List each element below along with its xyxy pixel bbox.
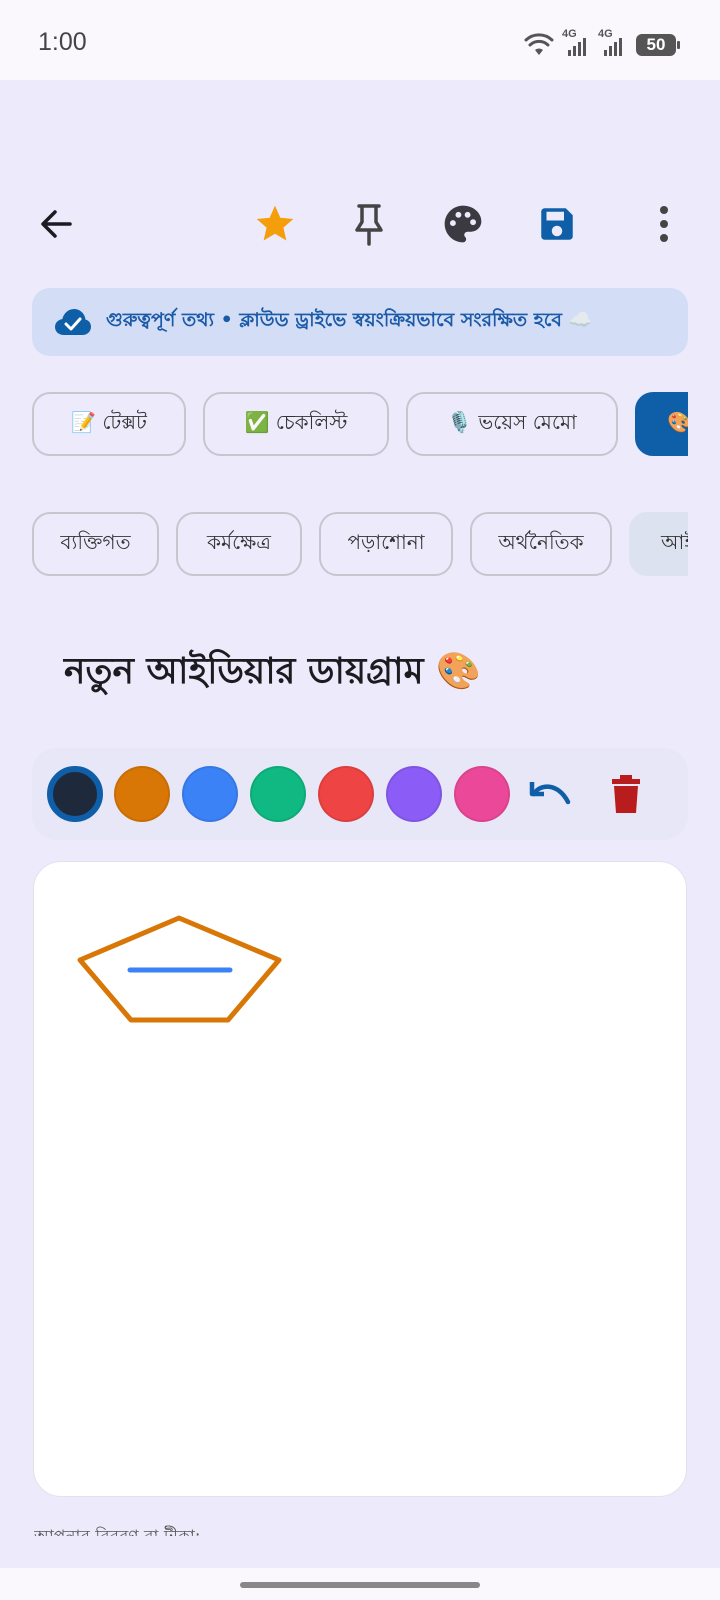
save-icon <box>541 208 573 240</box>
favorite-button[interactable] <box>247 196 303 252</box>
category-work[interactable]: কর্মক্ষেত্র <box>176 512 302 576</box>
drawing-canvas[interactable] <box>33 861 687 1497</box>
save-button[interactable] <box>529 196 585 252</box>
description-label: আপনার বিবরণ বা টীকা: <box>34 1524 201 1536</box>
undo-icon <box>529 782 571 805</box>
cloud-save-banner: গুরুত্বপূর্ণ তথ্য • ক্লাউড ড্রাইভে স্বয়… <box>32 288 688 356</box>
palette-icon <box>444 205 482 243</box>
chip-voice-memo[interactable]: 🎙️ ভয়েস মেমো <box>406 392 618 456</box>
color-swatch-pink[interactable] <box>454 766 510 822</box>
drawing-surface <box>77 915 282 1023</box>
trash-icon <box>612 775 640 813</box>
more-vert-icon <box>660 206 668 242</box>
note-type-selector: 📝 টেক্সট ✅ চেকলিস্ট 🎙️ ভয়েস মেমো 🎨 ডায়… <box>32 392 688 456</box>
color-swatch-orange[interactable] <box>114 766 170 822</box>
home-gesture-handle[interactable] <box>240 1582 480 1588</box>
clear-drawing-button[interactable] <box>602 770 650 818</box>
banner-text: গুরুত্বপূর্ণ তথ্য • ক্লাউড ড্রাইভে স্বয়… <box>106 309 593 331</box>
pin-icon <box>355 204 383 246</box>
status-icons: 4G 4G 50 <box>524 28 680 58</box>
battery-icon: 50 <box>636 34 680 56</box>
color-swatch-purple[interactable] <box>386 766 442 822</box>
chip-checklist[interactable]: ✅ চেকলিস্ট <box>203 392 389 456</box>
color-swatch-blue[interactable] <box>182 766 238 822</box>
cloud-check-icon <box>55 309 91 335</box>
category-finance[interactable]: অর্থনৈতিক <box>470 512 612 576</box>
arrow-left-icon <box>41 210 72 238</box>
color-swatch-dark[interactable] <box>47 766 103 822</box>
star-icon <box>256 205 294 241</box>
status-time: 1:00 <box>38 28 87 56</box>
undo-button[interactable] <box>526 770 574 818</box>
drawing-palette <box>32 748 688 840</box>
color-swatch-red[interactable] <box>318 766 374 822</box>
status-bar: 1:00 4G 4G 50 <box>0 0 720 80</box>
color-button[interactable] <box>435 196 491 252</box>
back-button[interactable] <box>28 196 84 252</box>
category-study[interactable]: পড়াশোনা <box>319 512 453 576</box>
wifi-icon <box>524 33 554 55</box>
network-1-icon: 4G <box>562 28 590 58</box>
category-personal[interactable]: ব্যক্তিগত <box>32 512 159 576</box>
note-title[interactable]: নতুন আইডিয়ার ডায়গ্রাম 🎨 <box>64 644 481 704</box>
chip-text[interactable]: 📝 টেক্সট <box>32 392 186 456</box>
category-selector: ব্যক্তিগত কর্মক্ষেত্র পড়াশোনা অর্থনৈতিক… <box>32 512 688 576</box>
pin-button[interactable] <box>341 196 397 252</box>
color-swatch-green[interactable] <box>250 766 306 822</box>
chip-diagram[interactable]: 🎨 ডায়াগ্রাম <box>635 392 688 456</box>
navigation-bar <box>0 1568 720 1600</box>
more-menu-button[interactable] <box>636 196 692 252</box>
network-2-icon: 4G <box>598 28 626 58</box>
category-idea[interactable]: আইডিয়া <box>629 512 688 576</box>
